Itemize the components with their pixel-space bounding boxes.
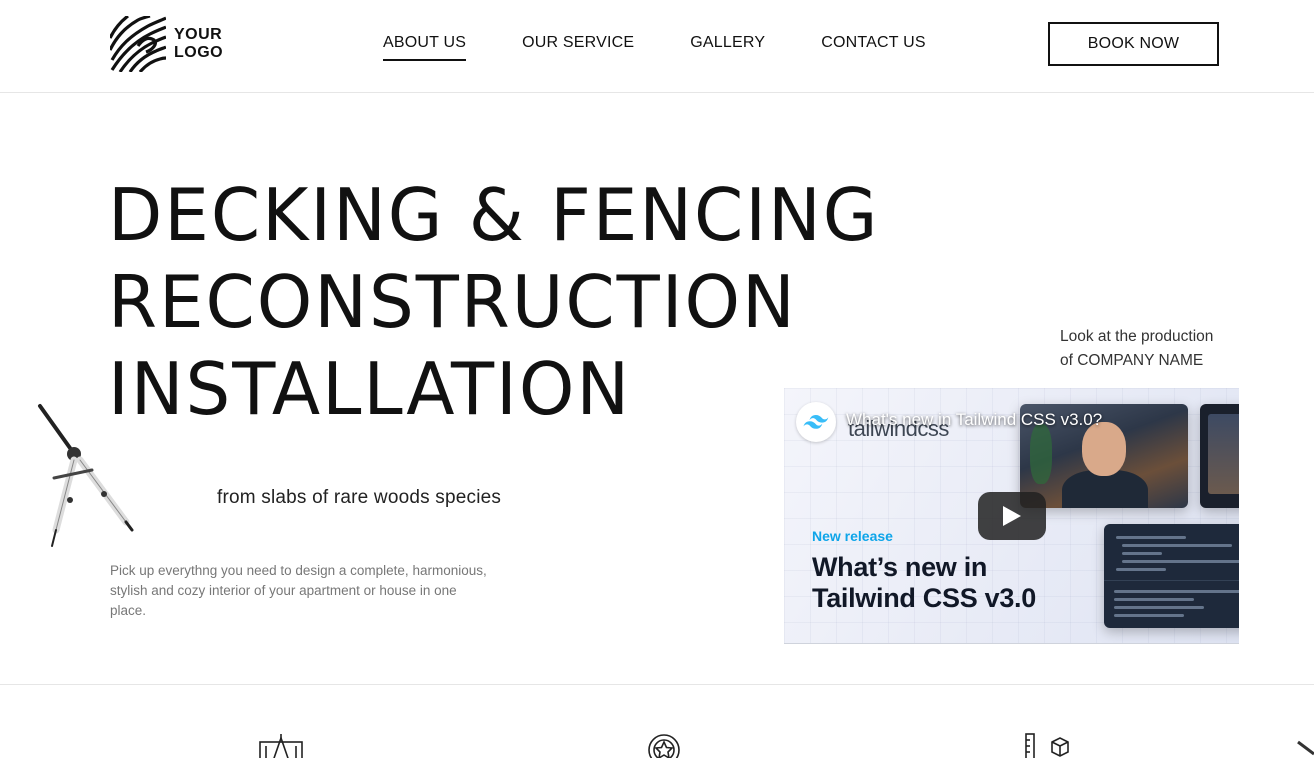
section-divider	[0, 684, 1314, 685]
thumbnail-badge: New release	[812, 528, 893, 544]
main-nav: ABOUT US OUR SERVICE GALLERY CONTACT US	[383, 34, 982, 61]
hero-title: DECKING & FENCING RECONSTRUCTION INSTALL…	[108, 172, 879, 433]
youtube-video-embed[interactable]: tailwindcss New release What’s new in Ta…	[784, 388, 1239, 644]
thumbnail-title: What’s new in Tailwind CSS v3.0	[812, 552, 1036, 614]
hero-description: Pick up everythng you need to design a c…	[110, 563, 487, 618]
channel-avatar[interactable]	[796, 402, 836, 442]
drafting-compass-icon	[38, 404, 134, 547]
blueprint-icon	[259, 734, 303, 758]
play-button[interactable]	[978, 492, 1046, 540]
thumbnail-code-panel	[1104, 524, 1239, 628]
logo-line-2: LOGO	[174, 44, 224, 61]
ruler-cube-icon	[1025, 733, 1069, 758]
pencil-decor-icon	[1297, 740, 1314, 756]
fingerprint-logo-icon	[110, 16, 166, 72]
star-badge-icon	[648, 734, 680, 758]
hero-subtitle: from slabs of rare woods species	[217, 487, 502, 508]
play-icon	[1003, 506, 1021, 526]
thumbnail-title-line-1: What’s new in	[812, 552, 988, 582]
logo[interactable]: YOUR LOGO	[110, 16, 223, 72]
hero-title-line-1: DECKING & FENCING	[108, 173, 880, 257]
logo-line-1: YOUR	[174, 26, 223, 43]
hero-title-line-3: INSTALLATION	[108, 347, 632, 431]
video-title[interactable]: What's new in Tailwind CSS v3.0?	[846, 410, 1102, 430]
logo-text: YOUR LOGO	[174, 26, 223, 62]
tailwind-logo-icon	[803, 415, 829, 429]
thumbnail-phone	[1200, 404, 1239, 508]
nav-about-us[interactable]: ABOUT US	[383, 34, 467, 61]
site-header: YOUR LOGO ABOUT US OUR SERVICE GALLERY C…	[0, 0, 1314, 93]
hero-title-line-2: RECONSTRUCTION	[108, 260, 797, 344]
thumbnail-title-line-2: Tailwind CSS v3.0	[812, 583, 1036, 613]
video-caption-line-1: Look at the production	[1060, 328, 1214, 345]
video-caption-line-2: of COMPANY NAME	[1060, 352, 1204, 369]
video-caption: Look at the production of COMPANY NAME	[1060, 325, 1213, 373]
nav-our-service[interactable]: OUR SERVICE	[522, 34, 634, 61]
nav-contact-us[interactable]: CONTACT US	[821, 34, 926, 61]
book-now-button[interactable]: BOOK NOW	[1048, 22, 1219, 66]
nav-gallery[interactable]: GALLERY	[690, 34, 765, 61]
